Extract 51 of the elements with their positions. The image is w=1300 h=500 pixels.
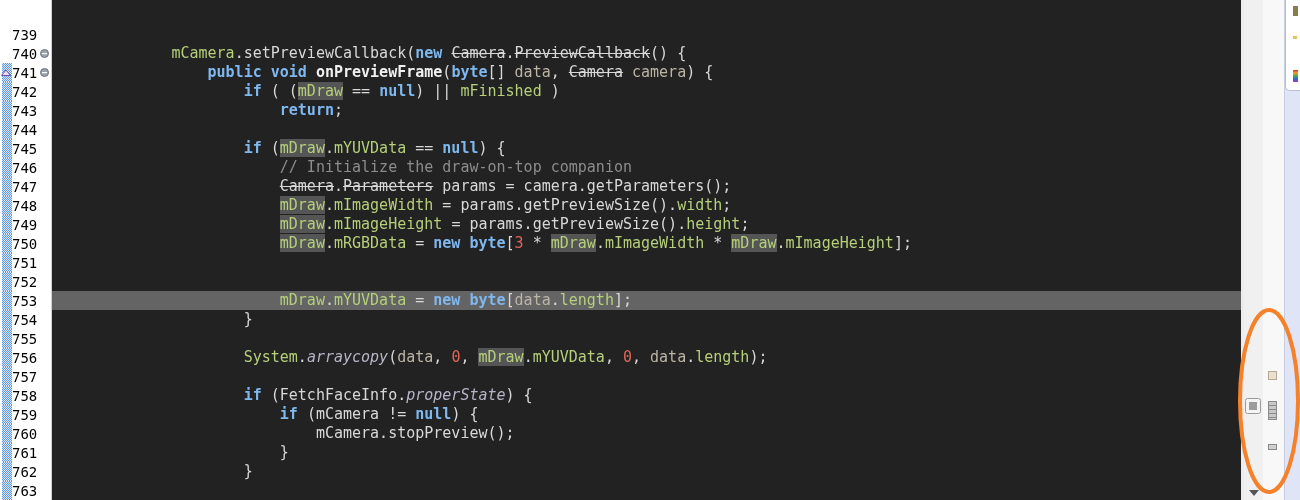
code-line: }: [242, 462, 253, 480]
down-arrow-icon[interactable]: [1249, 490, 1259, 496]
line-number: 756: [12, 349, 39, 366]
line-number: 742: [12, 83, 39, 100]
code-editor[interactable]: [0, 0, 1241, 500]
code-line: mCamera.setPreviewCallback(new Camera.PreviewCallback() {: [170, 44, 687, 62]
code-line: if ( (mDraw == null) || mFinished ): [242, 82, 560, 100]
code-line: System.arraycopy(data, 0, mDraw.mYUVData, 0, data.length);: [242, 348, 768, 366]
overview-marker: [1268, 371, 1277, 380]
line-number: 752: [12, 273, 39, 290]
collapse-icon[interactable]: [40, 49, 49, 58]
lines-icon[interactable]: [1245, 398, 1261, 414]
line-number: 755: [12, 330, 39, 347]
code-line: mDraw.mImageHeight = params.getPreviewSize().height;: [278, 215, 750, 233]
code-line: return;: [278, 101, 343, 119]
code-line: mDraw.mRGBData = new byte[3 * mDraw.mImageWidth * mDraw.mImageHeight];: [278, 234, 912, 252]
code-line: if (FetchFaceInfo.properState) {: [242, 386, 533, 404]
line-number: 740: [12, 45, 39, 62]
line-number: 759: [12, 406, 39, 423]
code-line: // Initialize the draw-on-top companion: [278, 158, 632, 176]
line-number: 753: [12, 292, 39, 309]
code-line: mDraw.mYUVData = new byte[data.length];: [278, 291, 632, 309]
line-number: 754: [12, 311, 39, 328]
line-number: 747: [12, 178, 39, 195]
line-number: 748: [12, 197, 39, 214]
collapse-icon[interactable]: [40, 68, 49, 77]
code-line: mCamera.stopPreview();: [314, 424, 515, 442]
line-number: 762: [12, 463, 39, 480]
line-number: 744: [12, 121, 39, 138]
line-number: 745: [12, 140, 39, 157]
line-number: 758: [12, 387, 39, 404]
line-number: 761: [12, 444, 39, 461]
overview-marker: [1268, 444, 1277, 450]
overview-marker: [1268, 401, 1277, 420]
code-line: mDraw.mImageWidth = params.getPreviewSize().width;: [278, 196, 732, 214]
line-number: 763: [12, 482, 39, 499]
code-line: Camera.Parameters params = camera.getParameters();: [278, 177, 732, 195]
line-number: 749: [12, 216, 39, 233]
code-line: public void onPreviewFrame(byte[] data, Camera camera) {: [206, 63, 714, 81]
code-line: if (mDraw.mYUVData == null) {: [242, 139, 506, 157]
line-number: 741: [12, 64, 39, 81]
code-line: }: [242, 310, 253, 328]
line-number: 760: [12, 425, 39, 442]
line-number: 750: [12, 235, 39, 252]
line-number: 751: [12, 254, 39, 271]
code-line: if (mCamera != null) {: [278, 405, 479, 423]
code-line: }: [278, 443, 289, 461]
line-number: 743: [12, 102, 39, 119]
line-number: 757: [12, 368, 39, 385]
line-number: 746: [12, 159, 39, 176]
line-number: 739: [12, 26, 39, 43]
